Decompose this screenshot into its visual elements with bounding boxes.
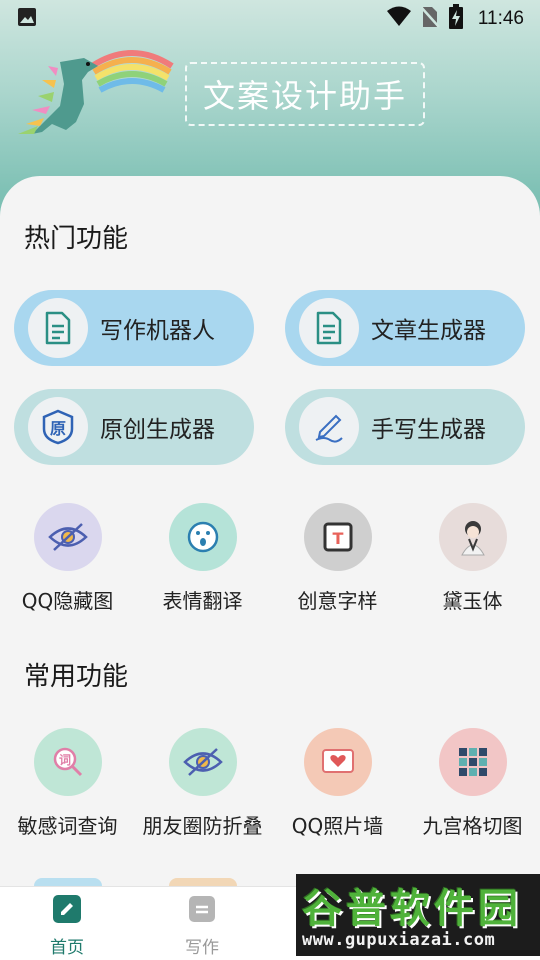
- writing-robot-button[interactable]: 写作机器人: [14, 290, 254, 366]
- status-time: 11:46: [477, 8, 524, 29]
- girl-avatar-icon: [438, 503, 507, 571]
- grid-label: 表情翻译: [162, 589, 243, 613]
- svg-text:原: 原: [50, 419, 66, 438]
- eye-hidden-icon: [168, 728, 237, 796]
- eye-hidden-icon: [33, 503, 102, 571]
- nav-home[interactable]: 首页: [17, 893, 117, 958]
- main-card: 热门功能 写作机器人 文章生成器 原 原创生成器 手写生成器 QQ隐藏图 表情翻…: [0, 176, 540, 886]
- header: 文案设计助手: [0, 38, 540, 178]
- handwriting-generator-button[interactable]: 手写生成器: [285, 389, 525, 465]
- original-badge-icon: 原: [28, 397, 88, 457]
- home-edit-icon: [51, 893, 83, 929]
- next-row-icon-partial: [169, 878, 237, 886]
- moments-anti-fold-item[interactable]: 朋友圈防折叠: [135, 728, 270, 839]
- daiyu-font-item[interactable]: 黛玉体: [405, 503, 540, 614]
- next-row-icon-partial: [34, 878, 102, 886]
- emoji-icon: [168, 503, 237, 571]
- text-frame-icon: T: [303, 503, 372, 571]
- no-sim-icon: [419, 5, 440, 33]
- pill-label: 写作机器人: [100, 318, 215, 344]
- grid-label: 九宫格切图: [422, 814, 523, 838]
- wifi-icon: [386, 6, 412, 32]
- qq-hidden-image-item[interactable]: QQ隐藏图: [0, 503, 135, 614]
- grid-label: QQ隐藏图: [21, 589, 114, 613]
- pill-label: 文章生成器: [371, 318, 486, 344]
- grid-label: 黛玉体: [442, 589, 503, 613]
- battery-charging-icon: [448, 4, 464, 34]
- qq-photo-wall-item[interactable]: QQ照片墙: [270, 728, 405, 839]
- pen-icon: [299, 397, 359, 457]
- rainbow-dinosaur-illustration: [12, 44, 182, 148]
- pill-label: 手写生成器: [371, 417, 486, 443]
- article-generator-button[interactable]: 文章生成器: [285, 290, 525, 366]
- write-doc-icon: [186, 893, 218, 929]
- app-title: 文案设计助手: [185, 62, 425, 126]
- document-icon: [28, 298, 88, 358]
- status-bar: 11:46: [0, 0, 540, 38]
- document-icon: [299, 298, 359, 358]
- svg-text:词: 词: [58, 753, 70, 767]
- grid-label: 创意字样: [297, 589, 378, 613]
- emoji-translate-item[interactable]: 表情翻译: [135, 503, 270, 614]
- original-generator-button[interactable]: 原 原创生成器: [14, 389, 254, 465]
- svg-text:T: T: [332, 529, 343, 548]
- word-search-icon: 词: [33, 728, 102, 796]
- photo-heart-icon: [303, 728, 372, 796]
- pill-label: 原创生成器: [100, 417, 215, 443]
- creative-text-item[interactable]: T 创意字样: [270, 503, 405, 614]
- watermark-title: 谷普软件园: [302, 886, 522, 932]
- image-icon: [16, 6, 38, 32]
- grid-label: 朋友圈防折叠: [142, 814, 263, 838]
- hot-section-title: 热门功能: [24, 224, 129, 254]
- grid-label: 敏感词查询: [17, 814, 118, 838]
- nav-write[interactable]: 写作: [152, 893, 252, 958]
- nav-label: 写作: [185, 938, 219, 958]
- grid-label: QQ照片墙: [291, 814, 384, 838]
- watermark-logo: 谷普软件园 www.gupuxiazai.com: [296, 874, 540, 956]
- watermark-url: www.gupuxiazai.com: [302, 930, 496, 950]
- grid-icon: [438, 728, 507, 796]
- sensitive-word-query-item[interactable]: 词 敏感词查询: [0, 728, 135, 839]
- common-section-title: 常用功能: [24, 662, 129, 692]
- nine-grid-cut-item[interactable]: 九宫格切图: [405, 728, 540, 839]
- nav-label: 首页: [50, 938, 84, 958]
